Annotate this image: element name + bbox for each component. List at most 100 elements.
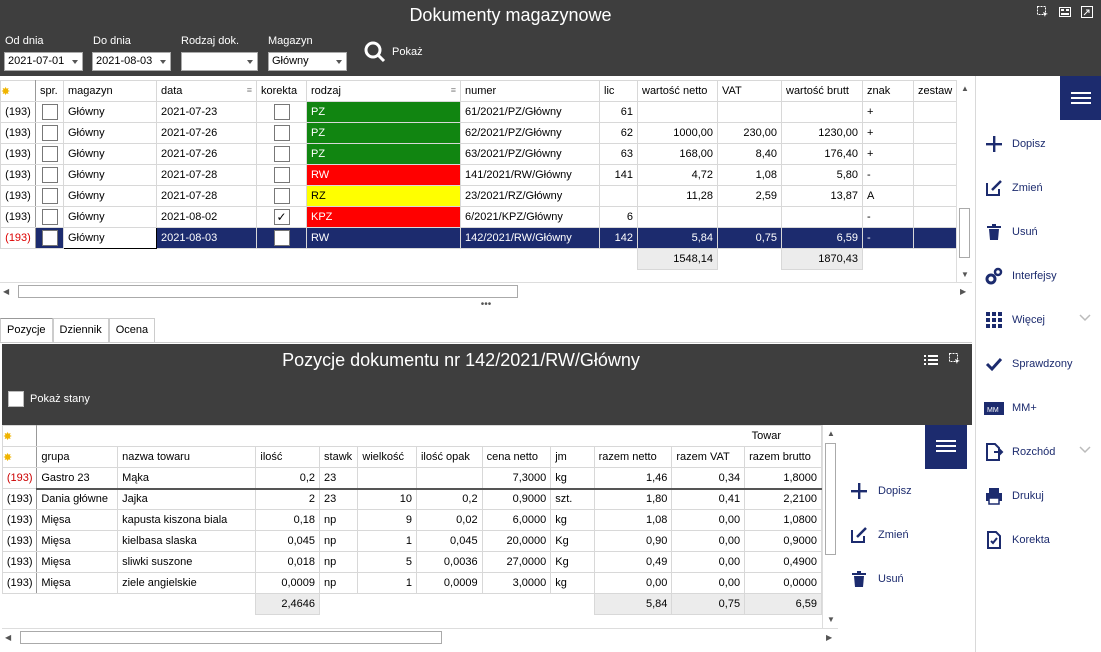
scroll-up-icon[interactable]: ▲: [827, 429, 835, 438]
cell-stawka[interactable]: 23: [319, 467, 359, 490]
row-header[interactable]: (193): [0, 206, 36, 228]
more-button[interactable]: Więcej: [984, 310, 1101, 330]
cell-nazwa[interactable]: Mąka: [117, 467, 257, 490]
positions-vertical-scrollbar[interactable]: ▲ ▼: [822, 425, 838, 628]
cell-razem-vat[interactable]: 0,00: [671, 509, 746, 531]
show-stock-checkbox[interactable]: Pokaż stany: [8, 391, 90, 407]
table-row[interactable]: (193) Główny 2021-07-26 PZ 62/2021/PZ/Główny…: [0, 122, 956, 144]
row-header[interactable]: (193): [2, 467, 38, 489]
column-header[interactable]: korekta: [256, 80, 307, 102]
verified-checkbox[interactable]: [35, 185, 64, 207]
cell-razem-brutto[interactable]: 0,0000: [744, 572, 822, 594]
verified-checkbox[interactable]: [35, 143, 64, 165]
cell-zestaw[interactable]: [913, 185, 956, 207]
scroll-right-icon[interactable]: ▶: [826, 633, 832, 642]
list-view-icon[interactable]: [924, 354, 938, 366]
cell-grupa[interactable]: Mięsa: [36, 572, 119, 594]
checkbox[interactable]: [273, 146, 290, 162]
documents-vertical-scrollbar[interactable]: ▲ ▼: [956, 80, 972, 282]
cell-zestaw[interactable]: [913, 206, 956, 228]
cell-znak[interactable]: -: [862, 206, 914, 228]
table-row[interactable]: (193) Mięsa sliwki suszone 0,018 np 5 0,0036 27…: [2, 551, 822, 573]
cell-opak[interactable]: [415, 467, 483, 490]
cell-lic[interactable]: 6: [599, 206, 638, 228]
checkbox[interactable]: [41, 125, 58, 141]
column-header[interactable]: nazwa towaru: [117, 446, 257, 468]
filter-row-icon[interactable]: ✸: [2, 446, 38, 468]
cell-vat[interactable]: 8,40: [717, 143, 782, 165]
documents-horizontal-scrollbar[interactable]: ◀ ▶: [0, 282, 972, 300]
column-header[interactable]: magazyn: [63, 80, 157, 102]
checkbox[interactable]: [273, 167, 290, 183]
cell-vat[interactable]: 2,59: [717, 185, 782, 207]
cell-stawka[interactable]: 23: [319, 488, 359, 510]
column-header[interactable]: data ≡: [156, 80, 257, 102]
tab-pozycje[interactable]: Pozycje: [0, 318, 53, 343]
checkbox[interactable]: ✓: [273, 209, 290, 225]
correction-button[interactable]: Korekta: [984, 530, 1050, 550]
scroll-thumb[interactable]: [959, 208, 970, 258]
table-row[interactable]: (193) Mięsa kapusta kiszona biala 0,18 np 9 0,…: [2, 509, 822, 531]
cell-razem-netto[interactable]: 1,46: [593, 467, 673, 490]
table-row[interactable]: (193) Główny 2021-08-03 RW 142/2021/RW/Główn…: [0, 227, 956, 249]
layout-icon[interactable]: [1059, 6, 1071, 18]
cell-netto[interactable]: 1000,00: [637, 122, 718, 144]
checkbox[interactable]: [8, 391, 24, 407]
checkbox[interactable]: [41, 188, 58, 204]
cell-razem-brutto[interactable]: 1,8000: [744, 467, 822, 490]
cell-rodzaj[interactable]: PZ: [306, 101, 461, 123]
column-header[interactable]: cena netto: [481, 446, 552, 468]
cell-vat[interactable]: 1,08: [717, 164, 782, 186]
row-header[interactable]: (193): [2, 488, 38, 510]
scroll-right-icon[interactable]: ▶: [960, 287, 966, 296]
column-header[interactable]: VAT: [717, 80, 782, 102]
cell-netto[interactable]: 5,84: [637, 227, 718, 249]
verified-button[interactable]: Sprawdzony: [984, 354, 1073, 374]
row-header[interactable]: (193): [2, 551, 38, 573]
verified-checkbox[interactable]: [35, 101, 64, 123]
cell-magazyn[interactable]: Główny: [63, 143, 157, 165]
column-header[interactable]: stawk: [319, 446, 359, 468]
column-header[interactable]: rodzaj ≡: [306, 80, 461, 102]
cell-rodzaj[interactable]: RW: [306, 227, 461, 249]
table-row[interactable]: (193) Mięsa kielbasa slaska 0,045 np 1 0,045 20…: [2, 530, 822, 552]
cell-ilosc[interactable]: 0,018: [255, 551, 321, 573]
positions-horizontal-scrollbar[interactable]: ◀ ▶: [2, 628, 838, 646]
cell-nazwa[interactable]: kielbasa slaska: [117, 530, 257, 552]
tab-ocena[interactable]: Ocena: [108, 318, 156, 343]
cell-wielkosc[interactable]: 10: [357, 488, 417, 510]
cell-zestaw[interactable]: [913, 227, 956, 249]
cell-ilosc[interactable]: 2: [255, 488, 321, 510]
column-header[interactable]: wartość netto: [637, 80, 718, 102]
column-header[interactable]: ilość opak: [415, 446, 483, 468]
cell-brutto[interactable]: [781, 101, 863, 123]
cell-razem-vat[interactable]: 0,41: [671, 488, 746, 510]
cell-grupa[interactable]: Gastro 23: [36, 467, 119, 490]
row-header[interactable]: (193): [0, 143, 36, 165]
cell-nazwa[interactable]: Jajka: [117, 488, 257, 510]
cell-vat[interactable]: [717, 206, 782, 228]
cell-razem-brutto[interactable]: 1,0800: [744, 509, 822, 531]
cell-stawka[interactable]: np: [319, 509, 359, 531]
correction-checkbox[interactable]: [256, 185, 307, 207]
cell-razem-netto[interactable]: 0,49: [593, 551, 673, 573]
checkbox[interactable]: [273, 188, 290, 204]
cell-ilosc[interactable]: 0,18: [255, 509, 321, 531]
verified-checkbox[interactable]: [35, 227, 64, 249]
cell-razem-vat[interactable]: 0,34: [671, 467, 746, 490]
checkbox[interactable]: [41, 104, 58, 120]
main-menu-button[interactable]: [1060, 76, 1101, 120]
row-header[interactable]: (193): [0, 164, 36, 186]
cell-grupa[interactable]: Mięsa: [36, 509, 119, 531]
cell-data[interactable]: 2021-08-02: [156, 206, 257, 228]
cell-rodzaj[interactable]: KPZ: [306, 206, 461, 228]
cell-opak[interactable]: 0,0009: [415, 572, 483, 594]
scroll-left-icon[interactable]: ◀: [3, 287, 9, 296]
table-row[interactable]: (193) Główny 2021-07-28 RW 141/2021/RW/Główn…: [0, 164, 956, 186]
splitter-handle[interactable]: •••: [0, 300, 972, 314]
correction-checkbox[interactable]: ✓: [256, 206, 307, 228]
cell-cena[interactable]: 20,0000: [481, 530, 552, 552]
column-header[interactable]: jm: [550, 446, 595, 468]
cell-wielkosc[interactable]: 9: [357, 509, 417, 531]
cell-znak[interactable]: -: [862, 164, 914, 186]
